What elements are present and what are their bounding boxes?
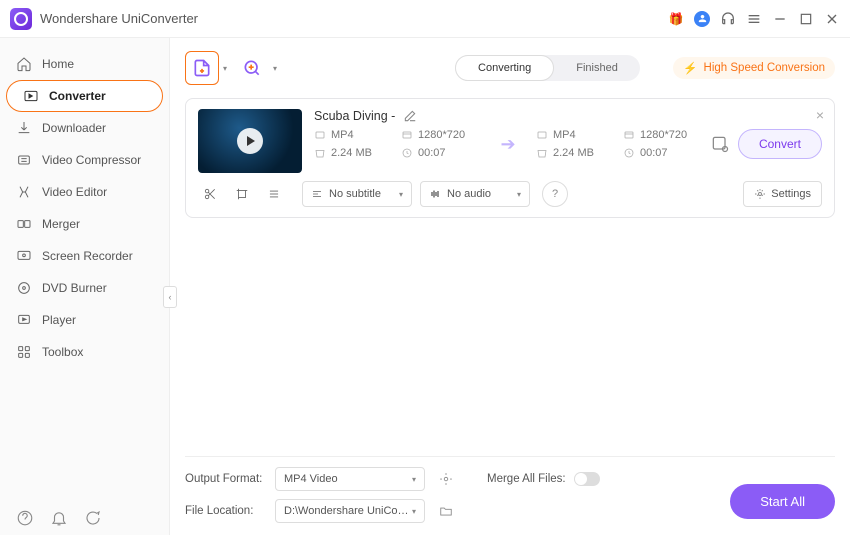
info-button[interactable]: ? xyxy=(542,181,568,207)
dst-size: 2.24 MB xyxy=(553,147,594,159)
headset-icon[interactable] xyxy=(720,11,736,27)
titlebar: Wondershare UniConverter 🎁 xyxy=(0,0,850,38)
sidebar-item-label: Toolbox xyxy=(42,345,83,359)
tab-converting[interactable]: Converting xyxy=(455,55,554,81)
sidebar-item-home[interactable]: Home xyxy=(0,48,169,80)
sidebar-item-label: Video Compressor xyxy=(42,153,141,167)
effects-button[interactable] xyxy=(262,182,286,206)
src-resolution: 1280*720 xyxy=(418,129,465,141)
content: ▾ ▾ Converting Finished ⚡ High Speed Con… xyxy=(170,38,850,535)
sidebar-item-label: Player xyxy=(42,313,76,327)
output-settings-icon[interactable] xyxy=(435,468,457,490)
dst-duration: 00:07 xyxy=(640,147,668,159)
preset-icon[interactable] xyxy=(710,134,730,154)
sidebar-item-label: Home xyxy=(42,57,74,71)
sidebar-item-label: Video Editor xyxy=(42,185,107,199)
sidebar-item-downloader[interactable]: Downloader xyxy=(0,112,169,144)
sidebar-item-converter[interactable]: Converter xyxy=(6,80,163,112)
convert-button[interactable]: Convert xyxy=(738,129,822,159)
merge-label: Merge All Files: xyxy=(487,473,566,485)
sidebar-item-player[interactable]: Player xyxy=(0,304,169,336)
trim-button[interactable] xyxy=(198,182,222,206)
sidebar-item-recorder[interactable]: Screen Recorder xyxy=(0,240,169,272)
video-thumbnail[interactable] xyxy=(198,109,302,173)
app-logo xyxy=(10,8,32,30)
bolt-icon: ⚡ xyxy=(683,61,697,75)
maximize-icon[interactable] xyxy=(798,11,814,27)
sidebar-item-label: Merger xyxy=(42,217,80,231)
output-format-dropdown[interactable]: MP4 Video▾ xyxy=(275,467,425,491)
tab-segment: Converting Finished xyxy=(455,55,640,81)
add-url-button[interactable] xyxy=(235,51,269,85)
sidebar-item-label: Downloader xyxy=(42,121,106,135)
crop-button[interactable] xyxy=(230,182,254,206)
high-speed-button[interactable]: ⚡ High Speed Conversion xyxy=(673,57,835,79)
user-avatar[interactable] xyxy=(694,11,710,27)
gift-icon[interactable]: 🎁 xyxy=(668,11,684,27)
sidebar-item-label: Screen Recorder xyxy=(42,249,133,263)
tab-finished[interactable]: Finished xyxy=(554,55,640,81)
sidebar-item-toolbox[interactable]: Toolbox xyxy=(0,336,169,368)
src-format: MP4 xyxy=(331,129,354,141)
start-all-button[interactable]: Start All xyxy=(730,484,835,519)
file-location-label: File Location: xyxy=(185,505,265,517)
sidebar-item-label: Converter xyxy=(49,89,106,103)
dst-resolution: 1280*720 xyxy=(640,129,687,141)
src-size: 2.24 MB xyxy=(331,147,372,159)
sidebar-item-editor[interactable]: Video Editor xyxy=(0,176,169,208)
edit-name-icon[interactable] xyxy=(403,109,417,123)
audio-dropdown[interactable]: No audio▾ xyxy=(420,181,530,207)
feedback-icon[interactable] xyxy=(84,509,102,527)
file-name: Scuba Diving - xyxy=(314,109,395,123)
settings-button[interactable]: Settings xyxy=(743,181,822,207)
open-folder-icon[interactable] xyxy=(435,500,457,522)
src-duration: 00:07 xyxy=(418,147,446,159)
add-file-button[interactable] xyxy=(185,51,219,85)
help-icon[interactable] xyxy=(16,509,34,527)
file-card: × Scuba Diving - MP4 1280*720 ➔ MP4 1 xyxy=(185,98,835,218)
close-icon[interactable] xyxy=(824,11,840,27)
arrow-icon: ➔ xyxy=(488,134,528,155)
subtitle-dropdown[interactable]: No subtitle▾ xyxy=(302,181,412,207)
bell-icon[interactable] xyxy=(50,509,68,527)
add-file-caret[interactable]: ▾ xyxy=(223,64,227,73)
app-title: Wondershare UniConverter xyxy=(40,11,198,26)
merge-toggle[interactable] xyxy=(574,472,600,486)
play-icon xyxy=(237,128,263,154)
sidebar-item-compressor[interactable]: Video Compressor xyxy=(0,144,169,176)
sidebar-item-merger[interactable]: Merger xyxy=(0,208,169,240)
menu-icon[interactable] xyxy=(746,11,762,27)
minimize-icon[interactable] xyxy=(772,11,788,27)
sidebar-item-dvd[interactable]: DVD Burner xyxy=(0,272,169,304)
sidebar-item-label: DVD Burner xyxy=(42,281,107,295)
file-location-dropdown[interactable]: D:\Wondershare UniConverter▾ xyxy=(275,499,425,523)
add-url-caret[interactable]: ▾ xyxy=(273,64,277,73)
remove-file-button[interactable]: × xyxy=(816,107,824,123)
dst-format: MP4 xyxy=(553,129,576,141)
sidebar: Home Converter Downloader Video Compress… xyxy=(0,38,170,535)
output-format-label: Output Format: xyxy=(185,473,265,485)
